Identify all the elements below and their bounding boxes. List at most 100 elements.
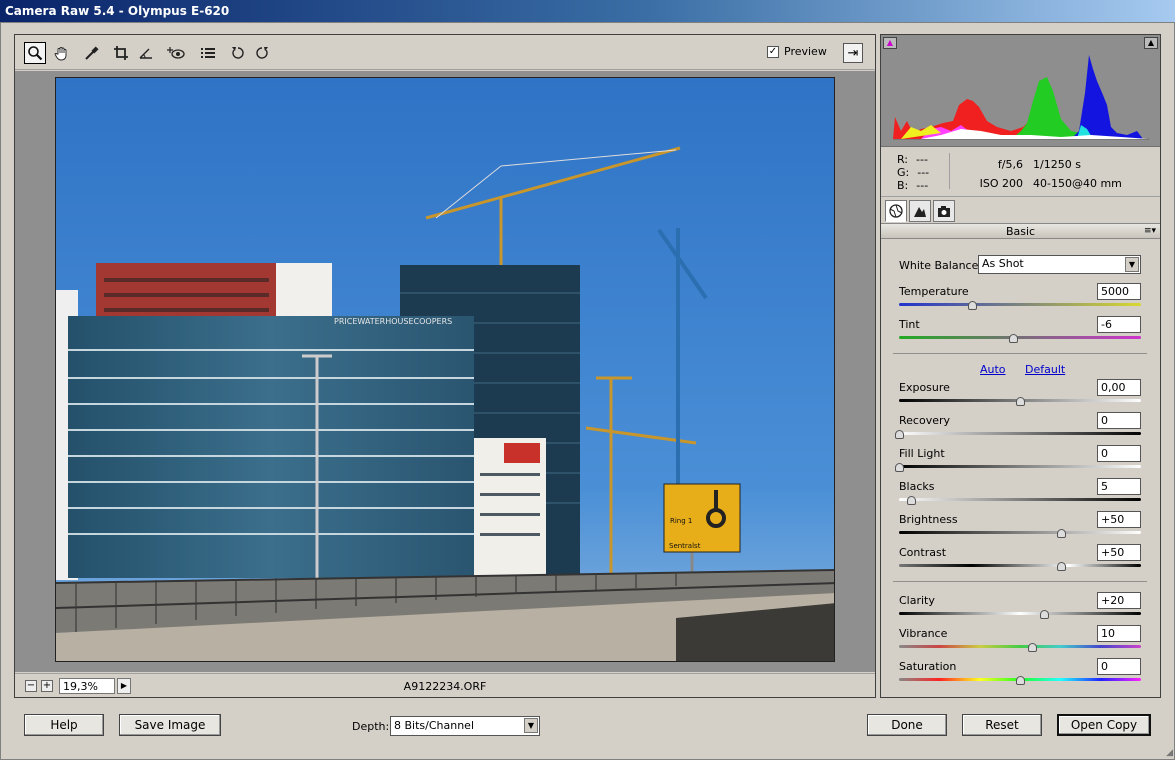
hand-icon[interactable] [51, 42, 73, 64]
help-button[interactable]: Help [24, 714, 104, 736]
vibrance-field[interactable]: 10 [1097, 625, 1141, 642]
r-label: R: [897, 153, 909, 166]
shadow-clipping-icon[interactable]: ▲ [883, 37, 897, 49]
b-label: B: [897, 179, 909, 192]
chevron-down-icon[interactable]: ▼ [524, 718, 538, 733]
contrast-field[interactable]: +50 [1097, 544, 1141, 561]
tint-slider-thumb[interactable] [1008, 334, 1018, 343]
recovery-label: Recovery [899, 414, 951, 427]
tint-field[interactable]: -6 [1097, 316, 1141, 333]
tab-basic[interactable] [885, 200, 907, 222]
preview-checkbox[interactable]: ✓ [767, 45, 779, 58]
straighten-icon[interactable] [135, 42, 157, 64]
fill-light-label: Fill Light [899, 447, 945, 460]
sign-text-sentral: Sentralst [669, 542, 701, 550]
r-value: --- [916, 153, 928, 166]
photo-preview: PRICEWATERHOUSECOOPERS Ring 1 Sentralst [55, 77, 835, 662]
white-balance-icon[interactable] [81, 42, 103, 64]
fill-light-slider-thumb[interactable] [895, 463, 904, 472]
contrast-slider-track[interactable] [899, 564, 1141, 567]
temperature-field[interactable]: 5000 [1097, 283, 1141, 300]
blacks-slider-thumb[interactable] [907, 496, 917, 505]
clarity-slider-thumb[interactable] [1040, 610, 1050, 619]
depth-label: Depth: [352, 720, 390, 733]
default-link[interactable]: Default [1025, 363, 1065, 376]
clarity-slider-track[interactable] [899, 612, 1141, 615]
histogram: ▲ ▲ [881, 35, 1160, 147]
fullscreen-icon[interactable]: ⇥ [843, 43, 863, 63]
tab-tone-curve[interactable] [909, 200, 931, 222]
vibrance-slider-track[interactable] [899, 645, 1141, 648]
preview-label: Preview [784, 45, 827, 58]
recovery-slider-track[interactable] [899, 432, 1141, 435]
temperature-label: Temperature [899, 285, 969, 298]
contrast-label: Contrast [899, 546, 947, 559]
zoom-icon[interactable] [24, 42, 46, 64]
tint-slider-track[interactable] [899, 336, 1141, 339]
brightness-slider-thumb[interactable] [1057, 529, 1067, 538]
g-value: --- [917, 166, 930, 179]
saturation-slider-thumb[interactable] [1016, 676, 1025, 685]
chevron-down-icon[interactable]: ▼ [1125, 257, 1139, 272]
blacks-field[interactable]: 5 [1097, 478, 1141, 495]
brightness-label: Brightness [899, 513, 958, 526]
divider [893, 581, 1147, 582]
window-title: Camera Raw 5.4 - Olympus E-620 [0, 0, 1175, 22]
zoom-level-field[interactable]: 19,3% [59, 678, 115, 694]
resize-grip-icon[interactable]: ◢ [1166, 748, 1173, 758]
clarity-field[interactable]: +20 [1097, 592, 1141, 609]
clarity-label: Clarity [899, 594, 935, 607]
panel-menu-icon[interactable]: ≡▾ [1144, 224, 1156, 239]
exposure-field[interactable]: 0,00 [1097, 379, 1141, 396]
panel-section-header: Basic ≡▾ [881, 223, 1160, 239]
depth-value: 8 Bits/Channel [394, 719, 475, 732]
exposure-slider-thumb[interactable] [1016, 397, 1025, 406]
fill-light-field[interactable]: 0 [1097, 445, 1141, 462]
brightness-slider-track[interactable] [899, 531, 1141, 534]
brightness-field[interactable]: +50 [1097, 511, 1141, 528]
file-name: A9122234.ORF [403, 680, 487, 693]
rotate-right-icon[interactable] [251, 42, 273, 64]
shutter-speed: 1/1250 s [1033, 158, 1081, 171]
vibrance-slider-thumb[interactable] [1028, 643, 1038, 652]
iso: ISO 200 [979, 177, 1023, 190]
highlight-clipping-icon[interactable]: ▲ [1144, 37, 1158, 49]
g-label: G: [897, 166, 910, 179]
image-canvas[interactable]: PRICEWATERHOUSECOOPERS Ring 1 Sentralst [15, 71, 875, 672]
contrast-slider-thumb[interactable] [1057, 562, 1067, 571]
zoom-out-button[interactable]: − [25, 680, 37, 692]
preview-toggle[interactable]: ✓ Preview [767, 45, 827, 58]
red-eye-icon[interactable] [165, 42, 187, 64]
tab-camera-calibration[interactable] [933, 200, 955, 222]
panel-title: Basic [1005, 225, 1036, 238]
toolbar: ✓ Preview ⇥ [15, 35, 875, 70]
vibrance-label: Vibrance [899, 627, 948, 640]
temperature-slider-thumb[interactable] [967, 301, 977, 310]
auto-link[interactable]: Auto [980, 363, 1006, 376]
temperature-slider-track[interactable] [899, 303, 1141, 306]
rgb-readout: R: --- G: --- B: --- [897, 153, 929, 192]
info-divider [949, 153, 950, 189]
white-balance-value: As Shot [982, 257, 1024, 270]
depth-select[interactable]: 8 Bits/Channel ▼ [390, 716, 540, 736]
image-info: R: --- G: --- B: --- f/5,6 1/1250 s ISO 200 4… [881, 147, 1160, 197]
saturation-field[interactable]: 0 [1097, 658, 1141, 675]
white-balance-label: White Balance: [899, 259, 983, 272]
list-icon[interactable] [197, 42, 219, 64]
done-button[interactable]: Done [867, 714, 947, 736]
open-copy-button[interactable]: Open Copy [1057, 714, 1151, 736]
saturation-label: Saturation [899, 660, 957, 673]
recovery-field[interactable]: 0 [1097, 412, 1141, 429]
zoom-menu-arrow-icon[interactable]: ▶ [117, 678, 131, 694]
crop-icon[interactable] [110, 42, 132, 64]
blacks-slider-track[interactable] [899, 498, 1141, 501]
preview-panel: ✓ Preview ⇥ PRICEWATERHOUSECOOPERS Ring … [14, 34, 876, 698]
reset-button[interactable]: Reset [962, 714, 1042, 736]
zoom-in-button[interactable]: + [41, 680, 53, 692]
white-balance-select[interactable]: As Shot ▼ [978, 255, 1141, 274]
recovery-slider-thumb[interactable] [895, 430, 904, 439]
sign-text-ring: Ring 1 [670, 517, 692, 525]
rotate-left-icon[interactable] [227, 42, 249, 64]
save-image-button[interactable]: Save Image [119, 714, 221, 736]
fill-light-slider-track[interactable] [899, 465, 1141, 468]
